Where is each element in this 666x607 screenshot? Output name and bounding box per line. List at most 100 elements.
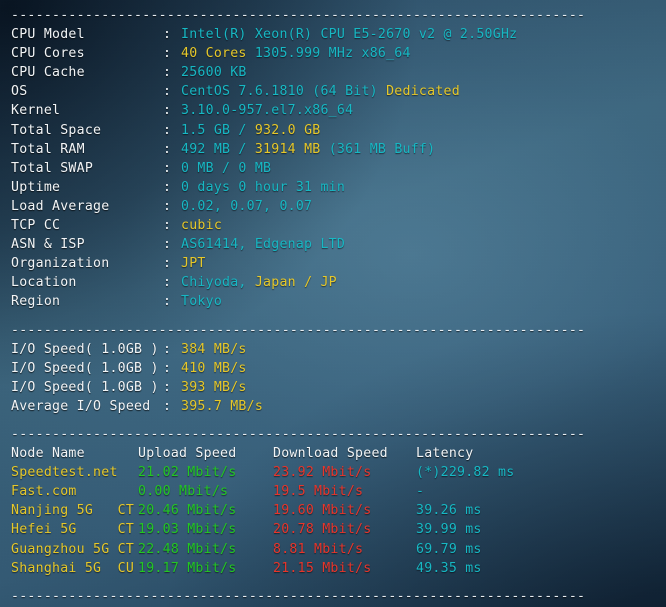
field-label: Location: [11, 273, 163, 292]
field-colon: :: [163, 359, 181, 378]
speedtest-upload-speed: 19.17 Mbit/s: [138, 559, 273, 578]
speedtest-row: Fast.com0.00 Mbit/s19.5 Mbit/s-: [0, 482, 666, 501]
speedtest-header-upload: Upload Speed: [138, 444, 273, 463]
system-info-row: CPU Cores:40 Cores 1305.999 MHz x86_64: [0, 44, 666, 63]
system-info-row: Total SWAP:0 MB / 0 MB: [0, 159, 666, 178]
field-value: Tokyo: [181, 294, 222, 309]
speedtest-download-speed: 8.81 Mbit/s: [273, 540, 416, 559]
speedtest-header-download: Download Speed: [273, 444, 416, 463]
field-label: Region: [11, 292, 163, 311]
speedtest-latency: 69.79 ms: [416, 540, 482, 559]
speedtest-upload-speed: 0.00 Mbit/s: [138, 482, 273, 501]
speedtest-node-name: Shanghai 5G CU: [11, 559, 138, 578]
speedtest-row: Speedtest.net21.02 Mbit/s23.92 Mbit/s(*)…: [0, 463, 666, 482]
system-info-row: TCP CC:cubic: [0, 216, 666, 235]
system-info-row: CPU Cache:25600 KB: [0, 63, 666, 82]
field-label: CPU Cores: [11, 44, 163, 63]
system-info-row: Load Average:0.02, 0.07, 0.07: [0, 197, 666, 216]
system-info-row: ASN & ISP:AS61414, Edgenap LTD: [0, 235, 666, 254]
field-label: ASN & ISP: [11, 235, 163, 254]
field-value: 40 Cores: [181, 46, 247, 61]
system-info-row: CPU Model:Intel(R) Xeon(R) CPU E5-2670 v…: [0, 25, 666, 44]
section-gap-2: [0, 416, 666, 425]
field-value: 3.10.0-957.el7.x86_64: [181, 103, 353, 118]
system-info-row: Total RAM:492 MB / 31914 MB (361 MB Buff…: [0, 140, 666, 159]
speedtest-latency: 39.26 ms: [416, 501, 482, 520]
speedtest-latency: (*)229.82 ms: [416, 463, 514, 482]
field-value: 0.02, 0.07, 0.07: [181, 199, 312, 214]
field-label: Total RAM: [11, 140, 163, 159]
system-info-row: Location:Chiyoda, Japan / JP: [0, 273, 666, 292]
field-value: Intel(R) Xeon(R) CPU E5-2670 v2 @ 2.50GH…: [181, 27, 517, 42]
speedtest-header-node: Node Name: [11, 444, 138, 463]
field-colon: :: [163, 121, 181, 140]
io-speed-value: 393 MB/s: [181, 380, 247, 395]
field-colon: :: [163, 235, 181, 254]
io-speed-value: 395.7 MB/s: [181, 399, 263, 414]
field-colon: :: [163, 254, 181, 273]
field-label: Organization: [11, 254, 163, 273]
speedtest-download-speed: 19.5 Mbit/s: [273, 482, 416, 501]
speedtest-node-name: Hefei 5G CT: [11, 520, 138, 539]
field-colon: :: [163, 216, 181, 235]
field-value: 932.0 GB: [255, 123, 321, 138]
speedtest-node-name: Guangzhou 5G CT: [11, 540, 138, 559]
speedtest-row: Guangzhou 5G CT22.48 Mbit/s8.81 Mbit/s69…: [0, 540, 666, 559]
system-info-row: Organization:JPT: [0, 254, 666, 273]
io-test-section: I/O Speed( 1.0GB ):384 MB/sI/O Speed( 1.…: [0, 340, 666, 416]
speedtest-node-name: Nanjing 5G CT: [11, 501, 138, 520]
field-value: 1.5 GB /: [181, 123, 255, 138]
speedtest-upload-speed: 19.03 Mbit/s: [138, 520, 273, 539]
field-colon: :: [163, 292, 181, 311]
system-info-row: Region:Tokyo: [0, 292, 666, 311]
field-label: TCP CC: [11, 216, 163, 235]
system-info-row: Kernel:3.10.0-957.el7.x86_64: [0, 101, 666, 120]
field-colon: :: [163, 378, 181, 397]
separator-top: ----------------------------------------…: [0, 6, 666, 25]
io-speed-row: I/O Speed( 1.0GB ):384 MB/s: [0, 340, 666, 359]
field-value: cubic: [181, 218, 222, 233]
field-colon: :: [163, 340, 181, 359]
field-value: 1305.999 MHz x86_64: [247, 46, 411, 61]
field-value: 25600 KB: [181, 65, 247, 80]
field-label: I/O Speed( 1.0GB ): [11, 340, 163, 359]
io-speed-row: Average I/O Speed:395.7 MB/s: [0, 397, 666, 416]
field-value: 0 days 0 hour 31 min: [181, 180, 345, 195]
speedtest-row: Nanjing 5G CT20.46 Mbit/s19.60 Mbit/s39.…: [0, 501, 666, 520]
terminal-output: ----------------------------------------…: [0, 0, 666, 607]
field-label: Average I/O Speed: [11, 397, 163, 416]
field-colon: :: [163, 397, 181, 416]
speedtest-download-speed: 19.60 Mbit/s: [273, 501, 416, 520]
speedtest-header-latency: Latency: [416, 444, 473, 463]
section-gap-1: [0, 312, 666, 321]
speedtest-latency: -: [416, 482, 424, 501]
io-speed-row: I/O Speed( 1.0GB ):410 MB/s: [0, 359, 666, 378]
speedtest-node-name: Speedtest.net: [11, 463, 138, 482]
speedtest-upload-speed: 22.48 Mbit/s: [138, 540, 273, 559]
speedtest-latency: 39.99 ms: [416, 520, 482, 539]
terminal-window: ----------------------------------------…: [0, 0, 666, 607]
speedtest-header-row: Node NameUpload SpeedDownload SpeedLaten…: [0, 444, 666, 463]
speedtest-row: Hefei 5G CT19.03 Mbit/s20.78 Mbit/s39.99…: [0, 520, 666, 539]
field-colon: :: [163, 44, 181, 63]
speedtest-node-name: Fast.com: [11, 482, 138, 501]
field-value: Chiyoda,: [181, 275, 255, 290]
field-value: JPT: [181, 256, 206, 271]
speedtest-latency: 49.35 ms: [416, 559, 482, 578]
separator-io: ----------------------------------------…: [0, 321, 666, 340]
field-label: CPU Model: [11, 25, 163, 44]
io-speed-value: 384 MB/s: [181, 342, 247, 357]
system-info-row: Uptime:0 days 0 hour 31 min: [0, 178, 666, 197]
field-colon: :: [163, 197, 181, 216]
speedtest-download-speed: 23.92 Mbit/s: [273, 463, 416, 482]
field-colon: :: [163, 140, 181, 159]
system-info-row: OS:CentOS 7.6.1810 (64 Bit) Dedicated: [0, 82, 666, 101]
io-speed-value: 410 MB/s: [181, 361, 247, 376]
section-gap-3: [0, 578, 666, 587]
field-value: (361 MB Buff): [320, 142, 435, 157]
field-colon: :: [163, 25, 181, 44]
field-value: 0 MB / 0 MB: [181, 161, 271, 176]
field-label: CPU Cache: [11, 63, 163, 82]
field-colon: :: [163, 82, 181, 101]
field-colon: :: [163, 178, 181, 197]
